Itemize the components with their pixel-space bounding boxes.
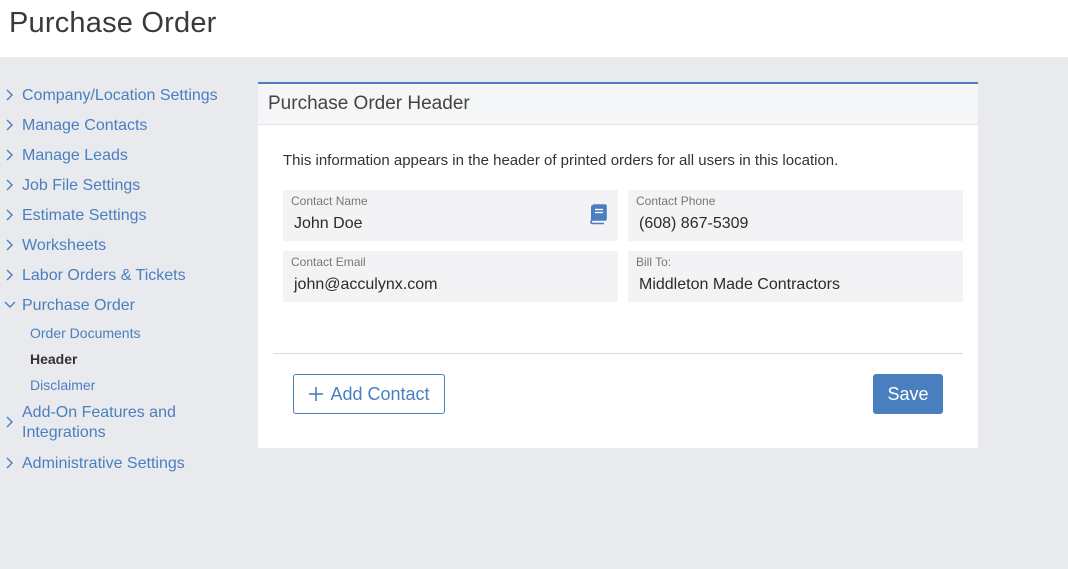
chevron-right-icon: [4, 415, 14, 429]
bill-to-field[interactable]: Bill To: Middleton Made Contractors: [628, 251, 963, 302]
page-title: Purchase Order: [9, 7, 217, 39]
card-title: Purchase Order Header: [268, 93, 470, 114]
contact-name-label: Contact Name: [291, 194, 368, 208]
sidebar-item-label: Add-On Features and Integrations: [22, 400, 176, 443]
sidebar-item-label-line2: Integrations: [22, 424, 106, 441]
sidebar-item-manage-contacts[interactable]: Manage Contacts: [0, 112, 240, 142]
sidebar-item-estimate-settings[interactable]: Estimate Settings: [0, 202, 240, 232]
chevron-right-icon: [4, 268, 14, 282]
address-book-icon[interactable]: [588, 203, 608, 225]
sidebar-item-label: Manage Contacts: [22, 117, 148, 134]
save-button[interactable]: Save: [873, 374, 943, 414]
bill-to-label: Bill To:: [636, 255, 672, 269]
purchase-order-submenu: Order Documents Header Disclaimer: [0, 320, 240, 398]
purchase-order-header-card: Purchase Order Header This information a…: [258, 82, 978, 448]
plus-icon: [308, 386, 324, 402]
chevron-down-icon: [4, 298, 16, 312]
sidebar-item-add-on-features[interactable]: Add-On Features and Integrations: [0, 400, 240, 450]
contact-email-field[interactable]: Contact Email john@acculynx.com: [283, 251, 618, 302]
add-contact-button[interactable]: Add Contact: [293, 374, 445, 414]
chevron-right-icon: [4, 88, 14, 102]
chevron-right-icon: [4, 208, 14, 222]
chevron-right-icon: [4, 178, 14, 192]
top-bar: Purchase Order: [0, 0, 1068, 57]
sidebar-item-label: Job File Settings: [22, 177, 141, 194]
sidebar-item-label: Manage Leads: [22, 147, 128, 164]
card-header: Purchase Order Header: [258, 84, 978, 125]
contact-name-value[interactable]: John Doe: [291, 214, 610, 234]
sidebar-item-label: Company/Location Settings: [22, 87, 218, 104]
divider: [273, 353, 963, 354]
contact-phone-field[interactable]: Contact Phone (608) 867-5309: [628, 190, 963, 241]
sidebar-item-label: Administrative Settings: [22, 455, 185, 472]
chevron-right-icon: [4, 456, 14, 470]
sidebar-item-purchase-order[interactable]: Purchase Order: [0, 292, 240, 322]
chevron-right-icon: [4, 118, 14, 132]
contact-phone-label: Contact Phone: [636, 194, 716, 208]
contact-phone-value[interactable]: (608) 867-5309: [636, 214, 955, 234]
chevron-right-icon: [4, 238, 14, 252]
sidebar-item-job-file-settings[interactable]: Job File Settings: [0, 172, 240, 202]
sidebar-item-worksheets[interactable]: Worksheets: [0, 232, 240, 262]
sidebar-item-label: Estimate Settings: [22, 207, 147, 224]
sidebar-item-company-location-settings[interactable]: Company/Location Settings: [0, 82, 240, 112]
sidebar-subitem-disclaimer[interactable]: Disclaimer: [0, 372, 240, 398]
chevron-right-icon: [4, 148, 14, 162]
contact-email-label: Contact Email: [291, 255, 366, 269]
sidebar-item-administrative-settings[interactable]: Administrative Settings: [0, 450, 240, 480]
sidebar-item-label-line1: Add-On Features and: [22, 404, 176, 421]
sidebar-item-manage-leads[interactable]: Manage Leads: [0, 142, 240, 172]
contact-email-value[interactable]: john@acculynx.com: [291, 275, 610, 295]
contact-name-field[interactable]: Contact Name John Doe: [283, 190, 618, 241]
sidebar-item-label: Worksheets: [22, 237, 107, 254]
sidebar-subitem-order-documents[interactable]: Order Documents: [0, 320, 240, 346]
settings-sidebar: Company/Location Settings Manage Contact…: [0, 82, 240, 480]
bill-to-value[interactable]: Middleton Made Contractors: [636, 275, 955, 295]
add-contact-label: Add Contact: [330, 383, 430, 404]
sidebar-item-label: Purchase Order: [22, 297, 135, 314]
info-text: This information appears in the header o…: [283, 152, 839, 169]
sidebar-subitem-header[interactable]: Header: [0, 346, 240, 372]
sidebar-item-label: Labor Orders & Tickets: [22, 267, 186, 284]
sidebar-item-labor-orders-tickets[interactable]: Labor Orders & Tickets: [0, 262, 240, 292]
